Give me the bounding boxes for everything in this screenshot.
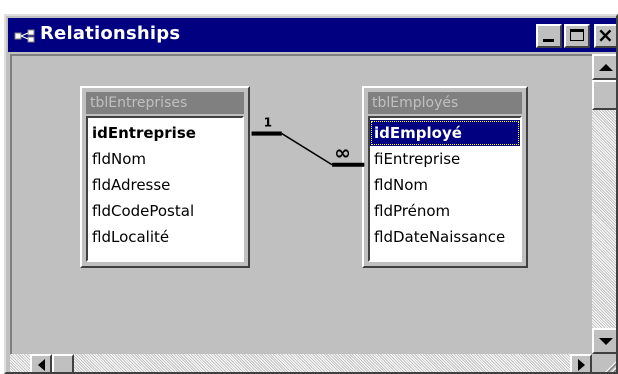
table-employes-title[interactable]: tblEmployés <box>368 92 522 114</box>
horizontal-scroll-thumb[interactable] <box>52 354 74 372</box>
maximize-button[interactable] <box>564 24 590 48</box>
table-entreprises-title[interactable]: tblEntreprises <box>86 92 244 114</box>
field-flddatenaissance[interactable]: fldDateNaissance <box>370 224 520 250</box>
relationships-window-icon[interactable] <box>14 29 36 43</box>
field-identreprise[interactable]: idEntreprise <box>88 120 242 146</box>
table-employes-field-list[interactable]: idEmployé fiEntreprise fldNom fldPrénom … <box>368 116 522 262</box>
scroll-right-button[interactable] <box>570 354 592 372</box>
horizontal-scrollbar[interactable] <box>10 354 592 372</box>
field-fldprenom[interactable]: fldPrénom <box>370 198 520 224</box>
vertical-scrollbar[interactable] <box>592 54 616 354</box>
arrow-left-icon <box>37 359 45 371</box>
close-icon: × <box>597 23 614 47</box>
relationships-window: Relationships × tblEntreprises idEntrepr… <box>4 14 618 374</box>
close-button[interactable]: × <box>594 23 616 48</box>
scroll-down-button[interactable] <box>592 328 616 354</box>
arrow-up-icon <box>599 63 613 71</box>
vertical-scroll-thumb[interactable] <box>592 80 616 110</box>
field-fldnom-employe[interactable]: fldNom <box>370 172 520 198</box>
maximize-icon <box>570 29 584 41</box>
field-fldnom[interactable]: fldNom <box>88 146 242 172</box>
field-fldcodepostal[interactable]: fldCodePostal <box>88 198 242 224</box>
title-bar[interactable]: Relationships × <box>8 18 616 52</box>
window-title: Relationships <box>40 23 181 44</box>
arrow-down-icon <box>599 337 613 345</box>
field-idemploye[interactable]: idEmployé <box>370 120 520 146</box>
field-fldadresse[interactable]: fldAdresse <box>88 172 242 198</box>
scroll-up-button[interactable] <box>592 54 616 80</box>
table-entreprises[interactable]: tblEntreprises idEntreprise fldNom fldAd… <box>80 86 250 268</box>
field-fientreprise[interactable]: fiEntreprise <box>370 146 520 172</box>
table-entreprises-field-list[interactable]: idEntreprise fldNom fldAdresse fldCodePo… <box>86 116 244 262</box>
resize-grip[interactable] <box>592 354 616 372</box>
scroll-left-button[interactable] <box>30 354 52 372</box>
resize-grip-icon <box>605 361 616 372</box>
arrow-right-icon <box>577 359 585 371</box>
table-employes[interactable]: tblEmployés idEmployé fiEntreprise fldNo… <box>362 86 528 268</box>
minimize-icon <box>543 39 554 42</box>
field-fldlocalite[interactable]: fldLocalité <box>88 224 242 250</box>
minimize-button[interactable] <box>536 24 562 48</box>
